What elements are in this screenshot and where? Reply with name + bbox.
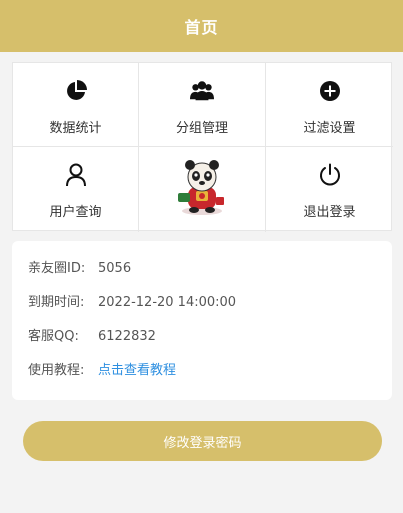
info-row-support-qq: 客服QQ: 6122832 xyxy=(28,329,392,363)
tutorial-label: 使用教程: xyxy=(28,363,85,378)
circle-id-value: 5056 xyxy=(98,261,132,276)
menu-item-label: 分组管理 xyxy=(175,121,228,136)
menu-grid: 数据统计 分组管理 过滤设置 用户查询 退出登录 xyxy=(12,62,393,232)
support-qq-value: 6122832 xyxy=(98,329,156,344)
add-circle-icon xyxy=(318,79,342,103)
mascot-image xyxy=(172,157,232,217)
expiry-value: 2022-12-20 14:00:00 xyxy=(98,295,237,310)
user-icon xyxy=(64,163,88,187)
expiry-label: 到期时间: xyxy=(28,295,85,310)
info-row-tutorial: 使用教程: 点击查看教程 xyxy=(28,363,392,397)
app-header: 首页 xyxy=(0,0,403,52)
menu-item-label: 退出登录 xyxy=(303,205,356,220)
menu-item-logout[interactable]: 退出登录 xyxy=(266,147,393,232)
menu-item-mascot xyxy=(139,147,266,232)
account-info-card: 亲友圈ID: 5056 到期时间: 2022-12-20 14:00:00 客服… xyxy=(12,241,392,400)
menu-item-groups[interactable]: 分组管理 xyxy=(139,63,266,147)
circle-id-label: 亲友圈ID: xyxy=(28,261,86,276)
menu-item-label: 数据统计 xyxy=(49,121,102,136)
menu-item-label: 过滤设置 xyxy=(303,121,356,136)
power-icon xyxy=(318,163,342,187)
change-password-button[interactable]: 修改登录密码 xyxy=(23,421,382,461)
support-qq-label: 客服QQ: xyxy=(28,329,79,344)
menu-item-user-search[interactable]: 用户查询 xyxy=(13,147,139,232)
pie-chart-icon xyxy=(64,79,88,103)
menu-item-filter-settings[interactable]: 过滤设置 xyxy=(266,63,393,147)
page-title: 首页 xyxy=(184,18,219,37)
group-icon xyxy=(190,79,214,103)
info-row-circle-id: 亲友圈ID: 5056 xyxy=(28,261,392,295)
menu-item-statistics[interactable]: 数据统计 xyxy=(13,63,139,147)
info-row-expiry: 到期时间: 2022-12-20 14:00:00 xyxy=(28,295,392,329)
tutorial-link[interactable]: 点击查看教程 xyxy=(98,363,176,397)
menu-item-label: 用户查询 xyxy=(49,205,102,220)
